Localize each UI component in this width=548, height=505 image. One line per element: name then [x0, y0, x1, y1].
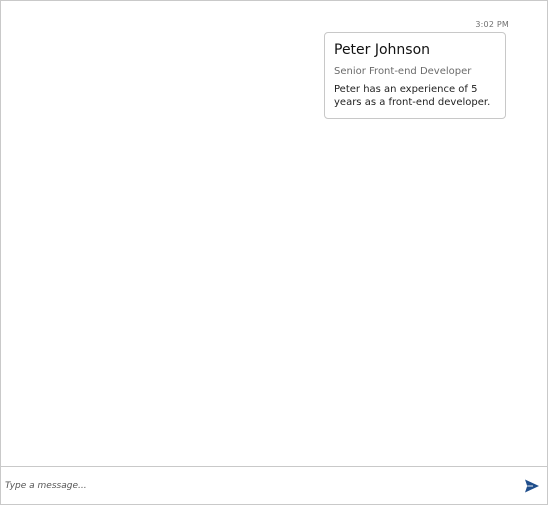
profile-card: Peter Johnson Senior Front-end Developer… — [324, 32, 506, 119]
message-input[interactable] — [5, 475, 505, 497]
message-composer — [1, 466, 547, 504]
message-timestamp: 3:02 PM — [475, 20, 509, 29]
card-text: Peter has an experience of 5 years as a … — [334, 84, 491, 108]
chat-window: 3:02 PM Peter Johnson Senior Front-end D… — [0, 0, 548, 505]
send-icon — [525, 479, 539, 493]
message-area: 3:02 PM Peter Johnson Senior Front-end D… — [1, 1, 547, 466]
card-title: Peter Johnson — [334, 42, 431, 58]
send-button[interactable] — [524, 477, 542, 495]
card-subtitle: Senior Front-end Developer — [334, 66, 472, 77]
